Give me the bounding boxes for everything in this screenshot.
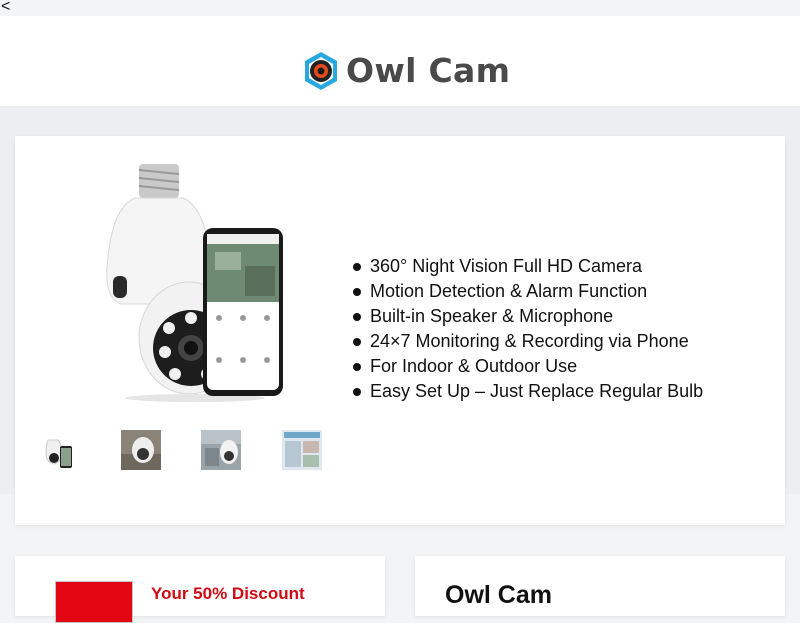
thumbnail-1[interactable]: [40, 430, 80, 470]
bullet-icon: [353, 263, 361, 271]
thumbnail-2[interactable]: [121, 430, 161, 470]
thumbnail-3[interactable]: [201, 430, 241, 470]
feature-text: 24×7 Monitoring & Recording via Phone: [370, 331, 689, 351]
feature-item: For Indoor & Outdoor Use: [353, 354, 703, 379]
info-card: Owl Cam: [415, 556, 785, 616]
bullet-icon: [353, 363, 361, 371]
feature-item: 360° Night Vision Full HD Camera: [353, 254, 703, 279]
owl-cam-logo-icon: [305, 52, 337, 90]
promo-card: Your 50% Discount: [15, 556, 385, 623]
info-title: Owl Cam: [445, 581, 552, 609]
feature-list: 360° Night Vision Full HD Camera Motion …: [353, 254, 703, 404]
feature-item: 24×7 Monitoring & Recording via Phone: [353, 329, 703, 354]
back-link[interactable]: <: [1, 0, 10, 16]
bullet-icon: [353, 388, 361, 396]
feature-item: Built-in Speaker & Microphone: [353, 304, 703, 329]
feature-text: For Indoor & Outdoor Use: [370, 356, 578, 376]
thumbnail-4[interactable]: [282, 430, 322, 470]
feature-text: 360° Night Vision Full HD Camera: [370, 256, 642, 276]
discount-badge: [55, 581, 133, 623]
bullet-icon: [353, 313, 361, 321]
feature-text: Easy Set Up – Just Replace Regular Bulb: [370, 381, 704, 401]
feature-text: Motion Detection & Alarm Function: [370, 281, 648, 301]
feature-text: Built-in Speaker & Microphone: [370, 306, 614, 326]
product-image: [106, 164, 283, 402]
bullet-icon: [353, 288, 361, 296]
feature-item: Easy Set Up – Just Replace Regular Bulb: [353, 379, 703, 404]
product-card: 360° Night Vision Full HD Camera Motion …: [15, 136, 785, 525]
feature-item: Motion Detection & Alarm Function: [353, 279, 703, 304]
brand-name: Owl Cam: [346, 51, 511, 90]
promo-headline: Your 50% Discount: [151, 584, 305, 603]
bullet-icon: [353, 338, 361, 346]
